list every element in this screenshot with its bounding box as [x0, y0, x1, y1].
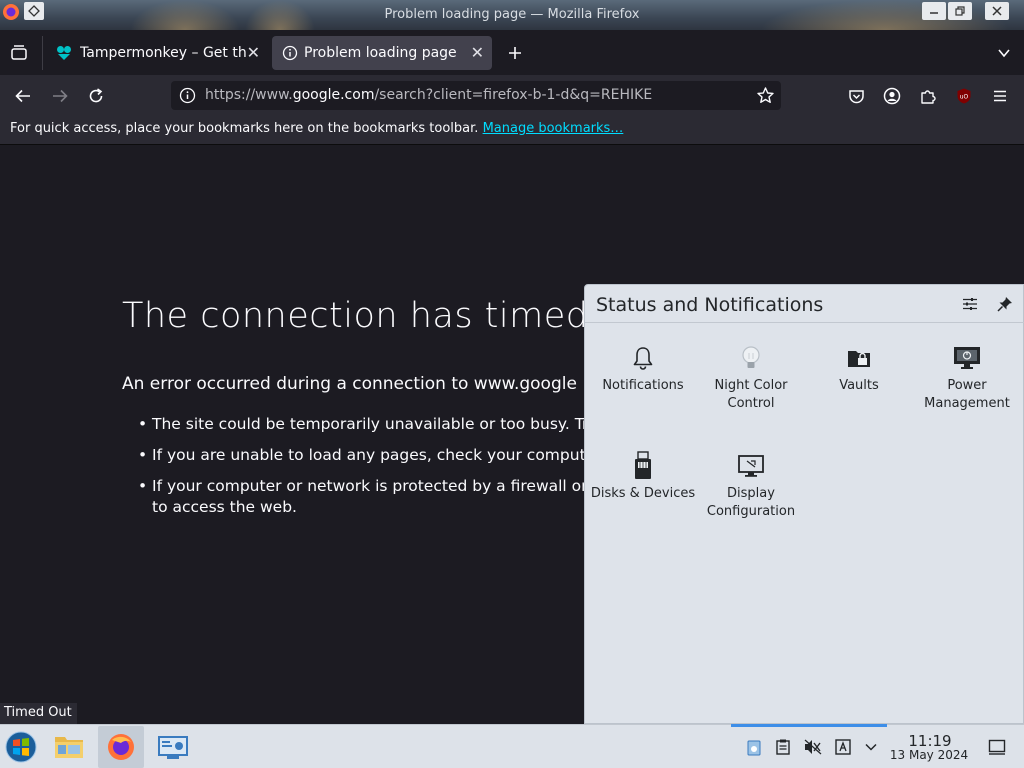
firefox-icon[interactable]	[98, 726, 144, 768]
applet-vaults[interactable]: Vaults	[805, 343, 913, 395]
tab-problem-loading[interactable]: Problem loading page ✕	[272, 36, 492, 70]
tampermonkey-icon	[56, 45, 72, 61]
klipper-clipboard-icon[interactable]	[745, 738, 763, 756]
close-window-button[interactable]	[985, 2, 1009, 20]
popup-header: Status and Notifications	[585, 285, 1024, 323]
error-suggestions: The site could be temporarily unavailabl…	[138, 414, 602, 528]
url-domain: google.com	[292, 87, 375, 103]
url-prefix: https://www.	[205, 87, 293, 103]
tray-active-indicator	[731, 724, 887, 727]
hamburger-menu-icon[interactable]	[989, 85, 1011, 107]
applet-disks-devices[interactable]: Disks & Devices	[589, 451, 697, 503]
url-text[interactable]: https://www.google.com/search?client=fir…	[205, 87, 652, 103]
input-method-icon[interactable]	[834, 738, 852, 756]
error-description: An error occurred during a connection to…	[122, 374, 577, 394]
ublock-origin-icon[interactable]: uO	[953, 85, 975, 107]
info-icon	[282, 45, 298, 61]
site-info-icon[interactable]	[179, 87, 196, 104]
new-tab-button[interactable]	[504, 42, 526, 64]
system-settings-icon[interactable]	[156, 730, 190, 764]
show-desktop-icon[interactable]	[988, 738, 1006, 756]
list-item: The site could be temporarily unavailabl…	[138, 414, 597, 435]
power-management-icon	[952, 343, 982, 373]
forward-button[interactable]	[49, 85, 71, 107]
display-icon	[736, 451, 766, 481]
url-suffix: /search?client=firefox-b-1-d&q=REHIKE	[374, 87, 653, 103]
close-tab-icon[interactable]: ✕	[247, 44, 260, 62]
vault-lock-icon	[844, 343, 874, 373]
list-item: If you are unable to load any pages, che…	[138, 445, 602, 466]
bookmarks-hint-text: For quick access, place your bookmarks h…	[10, 121, 479, 136]
applet-label: Notifications	[602, 378, 684, 393]
applet-label: Vaults	[839, 378, 879, 393]
clipboard-icon[interactable]	[774, 738, 792, 756]
back-button[interactable]	[12, 85, 34, 107]
configure-sliders-icon[interactable]	[959, 293, 981, 315]
svg-text:uO: uO	[960, 94, 969, 101]
navigation-toolbar: https://www.google.com/search?client=fir…	[0, 75, 1024, 115]
lightbulb-icon	[736, 343, 766, 373]
tab-tampermonkey[interactable]: Tampermonkey – Get thi ✕	[46, 36, 268, 70]
applet-label: Power Management	[924, 378, 1010, 411]
tab-strip: Tampermonkey – Get thi ✕ Problem loading…	[0, 30, 1024, 75]
tab-label: Tampermonkey – Get thi	[80, 45, 248, 61]
error-title: The connection has timed o	[122, 296, 623, 336]
pin-icon[interactable]	[994, 293, 1016, 315]
reload-button[interactable]	[85, 85, 107, 107]
usb-drive-icon	[628, 451, 658, 481]
bell-icon	[628, 343, 658, 373]
popup-title: Status and Notifications	[596, 294, 824, 316]
taskbar: 11:19 13 May 2024	[0, 724, 1024, 768]
chevron-down-icon[interactable]	[993, 42, 1015, 64]
minimize-button[interactable]	[922, 2, 946, 20]
applet-display-configuration[interactable]: Display Configuration	[697, 451, 805, 521]
start-menu-icon[interactable]	[4, 730, 38, 764]
chevron-down-icon[interactable]	[862, 738, 880, 756]
restore-button[interactable]	[948, 2, 972, 20]
list-all-tabs-icon[interactable]	[8, 42, 30, 64]
window-title: Problem loading page — Mozilla Firefox	[384, 7, 640, 22]
list-item: If your computer or network is protected…	[138, 476, 602, 518]
applet-power-management[interactable]: Power Management	[913, 343, 1021, 413]
close-tab-icon[interactable]: ✕	[471, 44, 484, 62]
account-icon[interactable]	[881, 85, 903, 107]
bookmark-star-icon[interactable]	[756, 86, 775, 105]
bookmarks-toolbar: For quick access, place your bookmarks h…	[0, 115, 1024, 145]
tab-label: Problem loading page	[304, 45, 457, 61]
file-manager-icon[interactable]	[52, 730, 86, 764]
list-item-text: The site could be temporarily unavailabl…	[152, 415, 598, 433]
applet-label: Disks & Devices	[590, 486, 696, 501]
applet-label: Night Color Control	[714, 378, 788, 411]
list-item-text: If you are unable to load any pages, che…	[152, 446, 602, 464]
list-item-text: to access the web.	[152, 498, 297, 516]
url-bar[interactable]: https://www.google.com/search?client=fir…	[171, 81, 781, 110]
applet-label: Display Configuration	[706, 486, 796, 519]
volume-muted-icon[interactable]	[804, 738, 822, 756]
applet-notifications[interactable]: Notifications	[589, 343, 697, 395]
manage-bookmarks-link[interactable]: Manage bookmarks…	[483, 121, 624, 136]
applet-night-color[interactable]: Night Color Control	[697, 343, 805, 413]
extensions-puzzle-icon[interactable]	[917, 85, 939, 107]
pocket-icon[interactable]	[845, 85, 867, 107]
status-notifications-popup: Status and Notifications Notifications N…	[584, 284, 1024, 724]
status-tooltip: Timed Out	[0, 703, 77, 724]
window-titlebar[interactable]: Problem loading page — Mozilla Firefox	[0, 0, 1024, 30]
clock-date[interactable]: 13 May 2024	[886, 748, 972, 762]
list-item-text: If your computer or network is protected…	[152, 477, 603, 495]
